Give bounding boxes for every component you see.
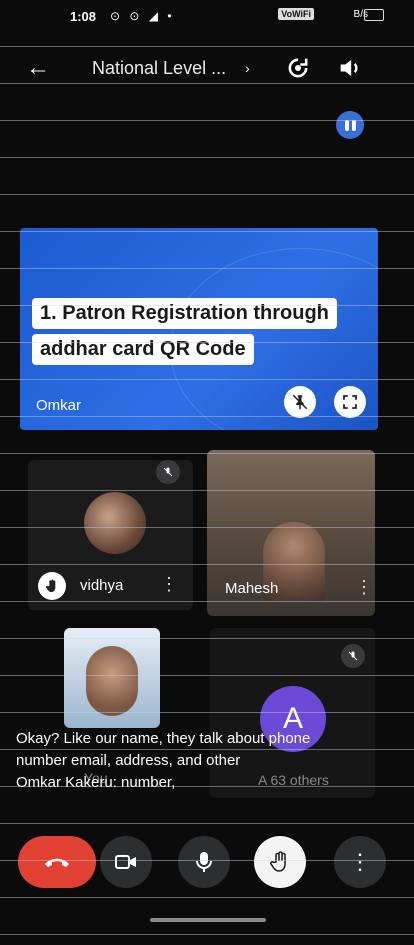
status-bar: 1:08 ⊙ ⊙ ◢ • VoWiFi B/s (0, 0, 414, 32)
pin-off-icon (292, 394, 308, 410)
raise-hand-icon (270, 851, 286, 872)
participant-tile-mahesh[interactable]: Mahesh ⋮ (207, 450, 375, 616)
presentation-tile[interactable]: 1. Patron Registration through addhar ca… (20, 228, 378, 430)
status-time: 1:08 (70, 9, 97, 24)
mic-off-icon (341, 644, 365, 668)
slide-heading-line-1: 1. Patron Registration through (32, 298, 337, 329)
avatar (84, 492, 146, 554)
meeting-title[interactable]: National Level ... (92, 58, 226, 79)
caption-text: number, (116, 774, 176, 791)
scanline (0, 897, 414, 898)
self-view-tile[interactable] (64, 628, 160, 728)
scanline (0, 157, 414, 158)
call-controls: ⋮ (0, 836, 414, 896)
scanline (0, 194, 414, 195)
self-video (86, 646, 138, 716)
status-notification-icons: ⊙ ⊙ ◢ • (110, 9, 175, 23)
fullscreen-icon (343, 395, 357, 409)
caption-line: number email, address, and other (16, 752, 241, 769)
battery-icon (364, 9, 384, 21)
more-vertical-icon[interactable]: ⋮ (355, 577, 373, 598)
camera-toggle-button[interactable] (100, 836, 152, 888)
meeting-top-bar: ← National Level ... › (0, 48, 414, 88)
more-options-button[interactable]: ⋮ (334, 836, 386, 888)
fullscreen-button[interactable] (334, 386, 366, 418)
audio-level-indicator (336, 111, 364, 139)
raise-hand-icon (45, 579, 56, 592)
home-indicator[interactable] (150, 918, 266, 922)
caption-line: Okay? Like our name, they talk about pho… (16, 730, 311, 747)
mic-off-icon (156, 460, 180, 484)
more-vertical-icon[interactable]: ⋮ (160, 574, 178, 595)
raised-hand-badge (38, 572, 66, 600)
slide-heading-line-2: addhar card QR Code (32, 334, 254, 365)
caption-speaker: Omkar Kakeru: (16, 774, 117, 791)
participant-name: vidhya (80, 577, 124, 594)
scanline (0, 934, 414, 935)
raise-hand-button[interactable] (254, 836, 306, 888)
chevron-right-icon[interactable]: › (245, 60, 250, 76)
speaker-icon[interactable] (336, 54, 364, 82)
arrow-back-icon[interactable]: ← (26, 54, 50, 82)
camera-icon (115, 855, 136, 869)
mic-icon (196, 852, 212, 872)
network-badge: VoWiFi (278, 8, 314, 20)
scanline (0, 46, 414, 47)
camera-flip-icon[interactable] (284, 54, 312, 82)
participant-tile-vidhya[interactable]: vidhya ⋮ (28, 460, 193, 610)
mic-toggle-button[interactable] (178, 836, 230, 888)
participant-name: Mahesh (225, 580, 279, 597)
caption-line: Omkar Kakeru: number, (16, 772, 396, 794)
unpin-button[interactable] (284, 386, 316, 418)
live-caption: Okay? Like our name, they talk about pho… (16, 728, 396, 794)
end-call-button[interactable] (18, 836, 96, 888)
presenter-name: Omkar (36, 397, 81, 414)
more-vertical-icon: ⋮ (349, 849, 371, 874)
scanline (0, 823, 414, 824)
end-call-icon (45, 858, 69, 867)
